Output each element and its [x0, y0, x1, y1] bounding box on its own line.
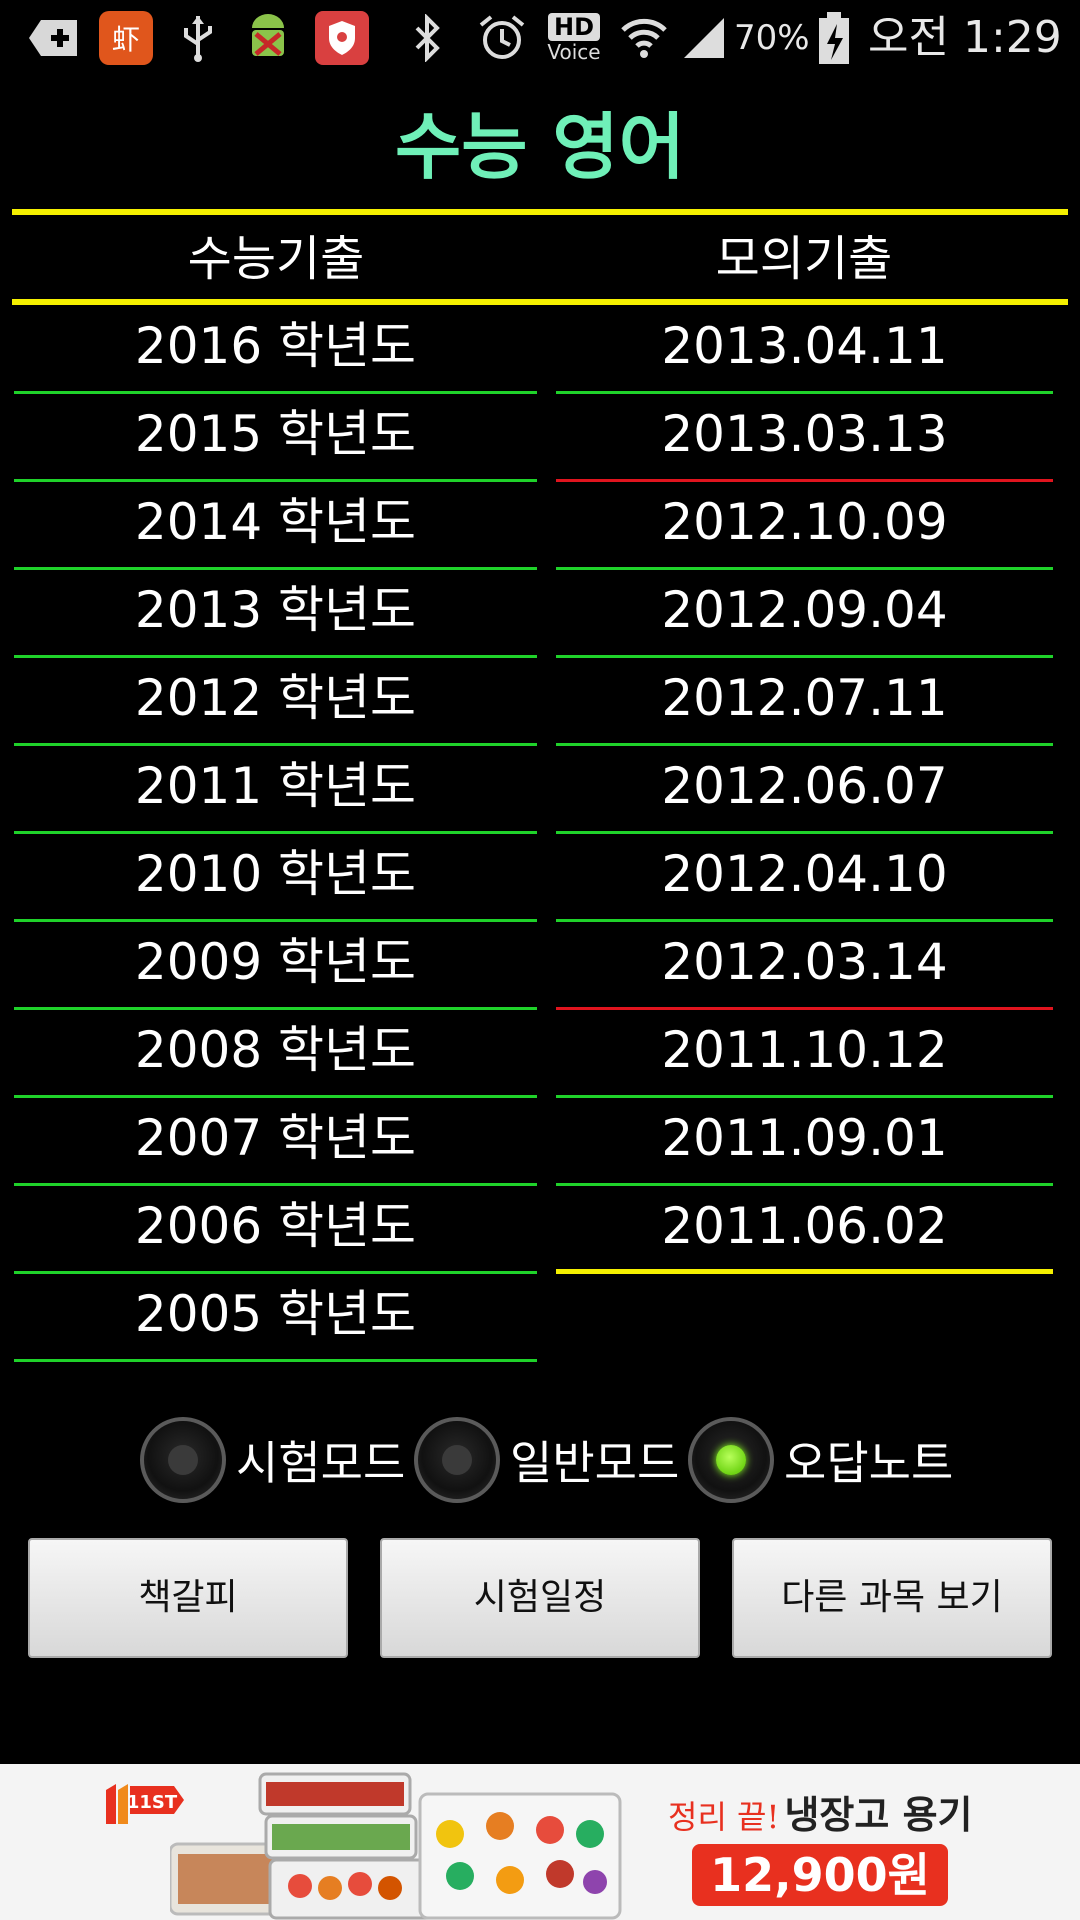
clock: 오전 1:29 [868, 12, 1062, 63]
alarm-icon [476, 10, 528, 66]
list-item[interactable]: 2012.04.10 [556, 834, 1053, 922]
list-item-label: 2015 학년도 [134, 405, 417, 463]
list-item[interactable]: 2010 학년도 [14, 834, 537, 922]
voice-label: Voice [547, 40, 601, 64]
list-item-label: 2016 학년도 [134, 317, 417, 375]
list-item-label: 2006 학년도 [134, 1197, 417, 1255]
list-item[interactable]: 2016 학년도 [14, 306, 537, 394]
list-item[interactable]: 2013.03.13 [556, 394, 1053, 482]
list-item[interactable]: 2012.06.07 [556, 746, 1053, 834]
list-item[interactable]: 2006 학년도 [14, 1186, 537, 1274]
list-item[interactable]: 2012.03.14 [556, 922, 1053, 1010]
list-item[interactable]: 2007 학년도 [14, 1098, 537, 1186]
radio-normal-mode[interactable]: 일반모드 [414, 1410, 679, 1510]
list-item-label: 2010 학년도 [134, 845, 417, 903]
bluetooth-icon [410, 10, 446, 66]
battery-icon [814, 10, 854, 66]
radio-label: 시험모드 [236, 1436, 406, 1490]
list-item[interactable]: 2015 학년도 [14, 394, 537, 482]
radio-label: 오답노트 [784, 1436, 954, 1490]
radio-test-mode[interactable]: 시험모드 [140, 1410, 405, 1510]
tab-suneung[interactable]: 수능기출 [12, 222, 540, 296]
wifi-icon [618, 10, 670, 66]
list-item[interactable]: 2009 학년도 [14, 922, 537, 1010]
ad-tagline: 정리 끝! 냉장고 용기 [668, 1784, 972, 1839]
radio-label: 일반모드 [510, 1436, 680, 1490]
list-item[interactable]: 2011 학년도 [14, 746, 537, 834]
ad-tagline-prefix: 정리 끝! [668, 1798, 780, 1836]
radio-indicator-selected [716, 1445, 746, 1475]
header-divider-top [12, 209, 1068, 215]
list-item[interactable]: 2012 학년도 [14, 658, 537, 746]
radio-button[interactable] [414, 1417, 500, 1503]
ad-price: 12,900원 [692, 1844, 948, 1906]
mock-list: 2013.04.11 2013.03.13 2012.10.09 2012.09.04… [556, 306, 1053, 1274]
radio-indicator [442, 1445, 472, 1475]
header-divider-bottom [12, 299, 1068, 305]
list-item-label: 2005 학년도 [134, 1285, 417, 1343]
list-item-label: 2011.10.12 [661, 1021, 948, 1079]
list-item-label: 2012.07.11 [661, 669, 948, 727]
food-containers-image [168, 1764, 650, 1920]
bookmark-button[interactable]: 책갈피 [28, 1538, 348, 1658]
list-item[interactable]: 2008 학년도 [14, 1010, 537, 1098]
suneung-list: 2016 학년도 2015 학년도 2014 학년도 2013 학년도 2012 학년도… [14, 306, 537, 1362]
list-item-label: 2012.09.04 [661, 581, 948, 639]
ad-tagline-text: 냉장고 용기 [784, 1793, 973, 1837]
shield-icon [314, 10, 370, 66]
list-item-label: 2013 학년도 [134, 581, 417, 639]
usb-icon [176, 10, 220, 66]
list-item-label: 2007 학년도 [134, 1109, 417, 1167]
svg-text:虾: 虾 [112, 23, 140, 56]
list-item-label: 2013.04.11 [661, 317, 948, 375]
ad-banner[interactable]: 11ST 정리 끝! 냉장고 용기 12,900원 [0, 1764, 1080, 1920]
plus-icon [24, 10, 82, 66]
list-item[interactable]: 2012.07.11 [556, 658, 1053, 746]
list-item[interactable]: 2011.09.01 [556, 1098, 1053, 1186]
list-item-label: 2011.06.02 [661, 1197, 948, 1255]
list-item-underline [556, 1269, 1053, 1274]
radio-button[interactable] [688, 1417, 774, 1503]
list-item[interactable]: 2014 학년도 [14, 482, 537, 570]
exam-schedule-button[interactable]: 시험일정 [380, 1538, 700, 1658]
list-item[interactable]: 2013.04.11 [556, 306, 1053, 394]
radio-button[interactable] [140, 1417, 226, 1503]
list-item-label: 2012.06.07 [661, 757, 948, 815]
list-item[interactable]: 2012.10.09 [556, 482, 1053, 570]
other-subjects-button[interactable]: 다른 과목 보기 [732, 1538, 1052, 1658]
radio-indicator [168, 1445, 198, 1475]
list-item-label: 2009 학년도 [134, 933, 417, 991]
list-item-label: 2013.03.13 [661, 405, 948, 463]
list-item[interactable]: 2005 학년도 [14, 1274, 537, 1362]
page-title: 수능 영어 [394, 105, 686, 189]
list-item-label: 2008 학년도 [134, 1021, 417, 1079]
mode-radio-group: 시험모드 일반모드 오답노트 [0, 1410, 1080, 1510]
list-item-label: 2011.09.01 [661, 1109, 948, 1167]
list-item-label: 2012.10.09 [661, 493, 948, 551]
list-item[interactable]: 2011.10.12 [556, 1010, 1053, 1098]
signal-icon [678, 10, 730, 66]
list-item-underline [14, 1359, 537, 1362]
radio-wrong-answer-note[interactable]: 오답노트 [688, 1410, 953, 1510]
hd-voice-icon: HD Voice [544, 10, 604, 66]
app-icon: 虾 [98, 10, 154, 66]
list-item[interactable]: 2013 학년도 [14, 570, 537, 658]
list-item-label: 2012 학년도 [134, 669, 417, 727]
tab-mock[interactable]: 모의기출 [552, 222, 1056, 296]
list-item-label: 2011 학년도 [134, 757, 417, 815]
battery-percent: 70% [734, 18, 810, 58]
list-item[interactable]: 2012.09.04 [556, 570, 1053, 658]
list-item-label: 2012.04.10 [661, 845, 948, 903]
list-item[interactable]: 2011.06.02 [556, 1186, 1053, 1274]
android-debug-icon [240, 10, 296, 66]
hd-label: HD [547, 13, 600, 41]
status-bar: 虾 HD Voice 70% 오전 1:29 [0, 0, 1080, 76]
list-item-label: 2012.03.14 [661, 933, 948, 991]
list-item-label: 2014 학년도 [134, 493, 417, 551]
